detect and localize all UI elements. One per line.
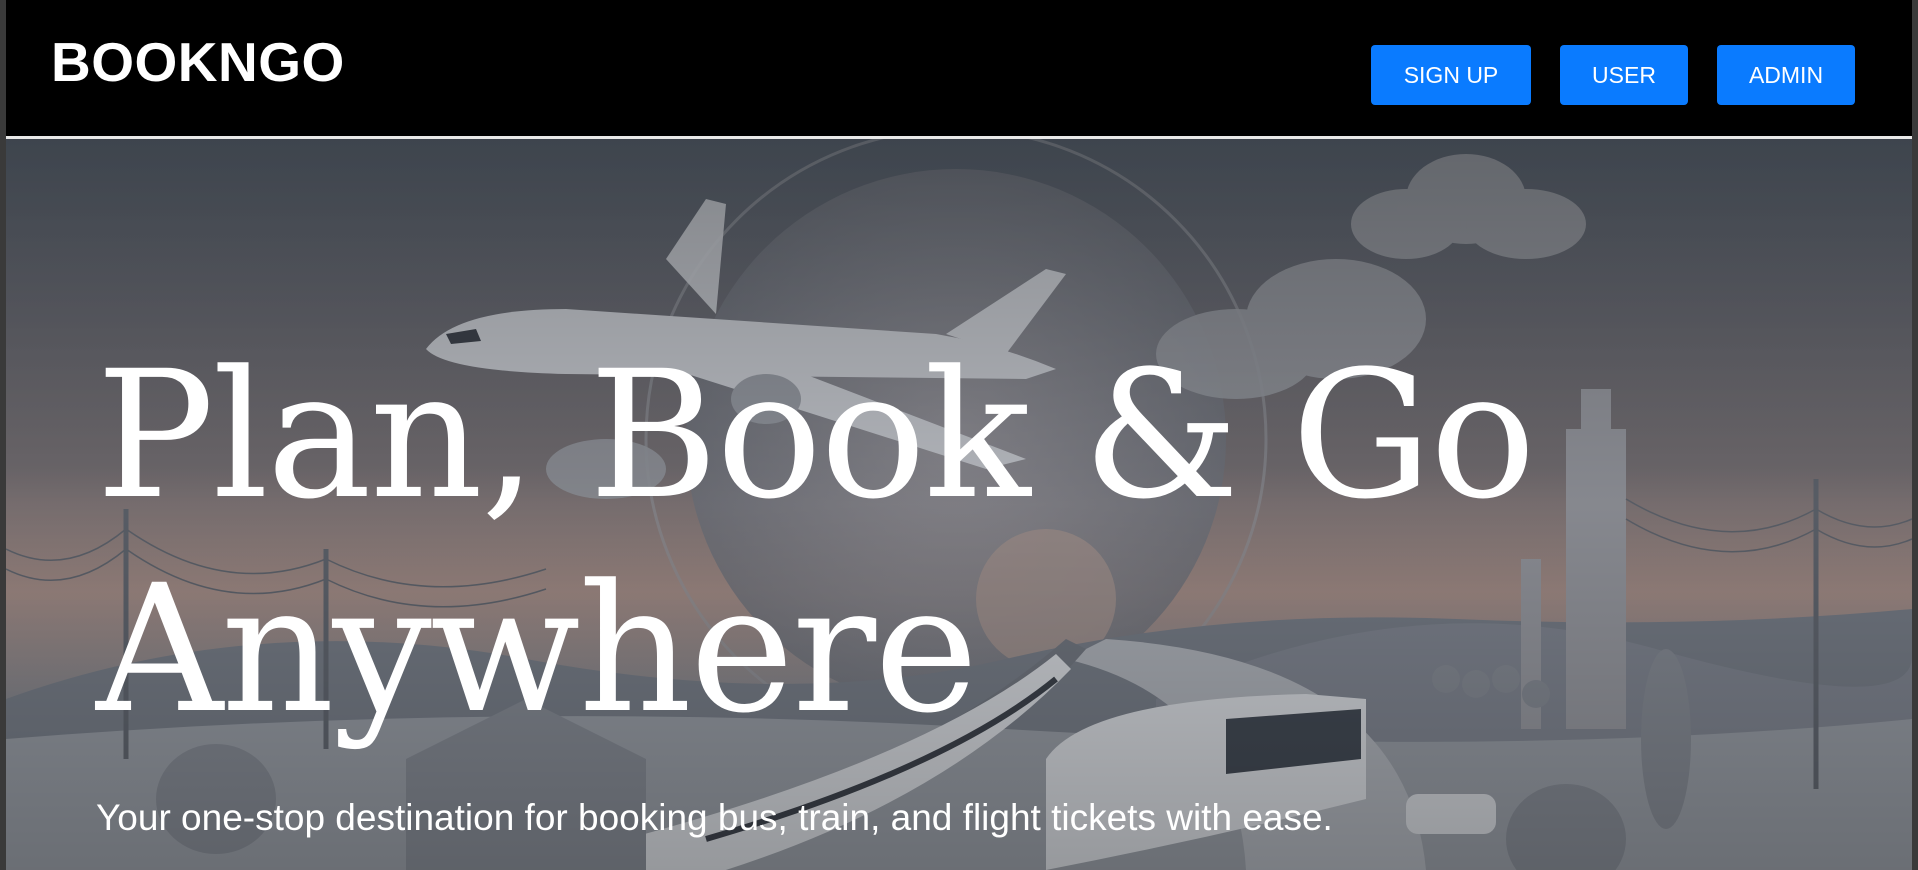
hero-subtitle: Your one-stop destination for booking bu…: [96, 797, 1333, 838]
sign-up-button[interactable]: SIGN UP: [1371, 45, 1531, 105]
navbar: BOOKNGO SIGN UP USER ADMIN: [6, 0, 1912, 139]
admin-button[interactable]: ADMIN: [1717, 45, 1855, 105]
hero-section: Plan, Book & Go Anywhere Your one-stop d…: [6, 139, 1912, 870]
hero-title: Plan, Book & Go Anywhere: [96, 333, 1536, 752]
user-button[interactable]: USER: [1560, 45, 1688, 105]
app-frame: BOOKNGO SIGN UP USER ADMIN Plan, Book & …: [6, 0, 1912, 870]
brand-logo[interactable]: BOOKNGO: [51, 30, 345, 94]
